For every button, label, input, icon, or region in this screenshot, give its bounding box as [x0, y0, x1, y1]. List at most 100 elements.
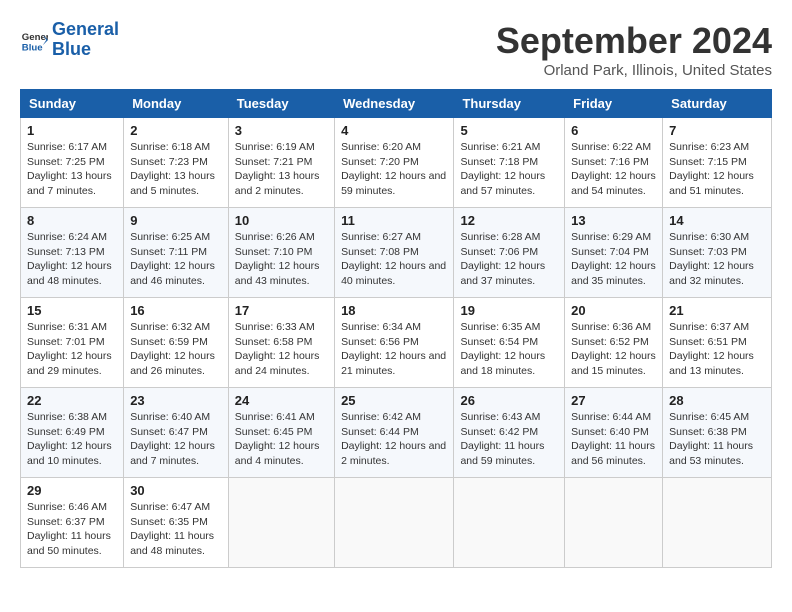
day-number: 22: [27, 393, 117, 408]
day-number: 26: [460, 393, 558, 408]
day-number: 8: [27, 213, 117, 228]
day-number: 24: [235, 393, 328, 408]
cell-info: Sunrise: 6:45 AMSunset: 6:38 PMDaylight:…: [669, 410, 765, 469]
day-number: 17: [235, 303, 328, 318]
cell-info: Sunrise: 6:21 AMSunset: 7:18 PMDaylight:…: [460, 140, 558, 199]
calendar-cell: 26 Sunrise: 6:43 AMSunset: 6:42 PMDayligh…: [454, 388, 565, 478]
calendar-cell: 21 Sunrise: 6:37 AMSunset: 6:51 PMDayligh…: [663, 298, 772, 388]
col-header-saturday: Saturday: [663, 90, 772, 118]
day-number: 4: [341, 123, 447, 138]
calendar-cell: 27 Sunrise: 6:44 AMSunset: 6:40 PMDayligh…: [565, 388, 663, 478]
calendar-cell: 9 Sunrise: 6:25 AMSunset: 7:11 PMDaylight…: [124, 208, 229, 298]
cell-info: Sunrise: 6:38 AMSunset: 6:49 PMDaylight:…: [27, 410, 117, 469]
calendar-cell: 5 Sunrise: 6:21 AMSunset: 7:18 PMDaylight…: [454, 118, 565, 208]
col-header-friday: Friday: [565, 90, 663, 118]
svg-text:General: General: [22, 32, 48, 43]
cell-info: Sunrise: 6:32 AMSunset: 6:59 PMDaylight:…: [130, 320, 222, 379]
cell-info: Sunrise: 6:47 AMSunset: 6:35 PMDaylight:…: [130, 500, 222, 559]
day-number: 2: [130, 123, 222, 138]
cell-info: Sunrise: 6:41 AMSunset: 6:45 PMDaylight:…: [235, 410, 328, 469]
cell-info: Sunrise: 6:40 AMSunset: 6:47 PMDaylight:…: [130, 410, 222, 469]
day-number: 1: [27, 123, 117, 138]
cell-info: Sunrise: 6:30 AMSunset: 7:03 PMDaylight:…: [669, 230, 765, 289]
title-block: September 2024 Orland Park, Illinois, Un…: [496, 20, 772, 79]
calendar-cell: 15 Sunrise: 6:31 AMSunset: 7:01 PMDayligh…: [21, 298, 124, 388]
day-number: 23: [130, 393, 222, 408]
cell-info: Sunrise: 6:33 AMSunset: 6:58 PMDaylight:…: [235, 320, 328, 379]
col-header-thursday: Thursday: [454, 90, 565, 118]
day-number: 9: [130, 213, 222, 228]
day-number: 29: [27, 483, 117, 498]
month-title: September 2024: [496, 20, 772, 62]
cell-info: Sunrise: 6:27 AMSunset: 7:08 PMDaylight:…: [341, 230, 447, 289]
cell-info: Sunrise: 6:25 AMSunset: 7:11 PMDaylight:…: [130, 230, 222, 289]
day-number: 7: [669, 123, 765, 138]
cell-info: Sunrise: 6:35 AMSunset: 6:54 PMDaylight:…: [460, 320, 558, 379]
calendar-table: SundayMondayTuesdayWednesdayThursdayFrid…: [20, 89, 772, 568]
cell-info: Sunrise: 6:44 AMSunset: 6:40 PMDaylight:…: [571, 410, 656, 469]
day-number: 10: [235, 213, 328, 228]
logo-icon: General Blue: [20, 26, 48, 54]
calendar-cell: 23 Sunrise: 6:40 AMSunset: 6:47 PMDayligh…: [124, 388, 229, 478]
calendar-cell: [335, 478, 454, 568]
calendar-cell: 18Sunrise: 6:34 AMSunset: 6:56 PMDayligh…: [335, 298, 454, 388]
calendar-cell: 3 Sunrise: 6:19 AMSunset: 7:21 PMDaylight…: [228, 118, 334, 208]
cell-info: Sunrise: 6:26 AMSunset: 7:10 PMDaylight:…: [235, 230, 328, 289]
calendar-cell: 13Sunrise: 6:29 AMSunset: 7:04 PMDayligh…: [565, 208, 663, 298]
day-number: 13: [571, 213, 656, 228]
logo: General Blue GeneralBlue: [20, 20, 119, 60]
cell-info: Sunrise: 6:31 AMSunset: 7:01 PMDaylight:…: [27, 320, 117, 379]
cell-info: Sunrise: 6:24 AMSunset: 7:13 PMDaylight:…: [27, 230, 117, 289]
cell-info: Sunrise: 6:17 AMSunset: 7:25 PMDaylight:…: [27, 140, 117, 199]
day-number: 11: [341, 213, 447, 228]
calendar-cell: [454, 478, 565, 568]
day-number: 19: [460, 303, 558, 318]
calendar-cell: 24 Sunrise: 6:41 AMSunset: 6:45 PMDayligh…: [228, 388, 334, 478]
calendar-cell: 2 Sunrise: 6:18 AMSunset: 7:23 PMDaylight…: [124, 118, 229, 208]
calendar-cell: 1 Sunrise: 6:17 AMSunset: 7:25 PMDaylight…: [21, 118, 124, 208]
cell-info: Sunrise: 6:28 AMSunset: 7:06 PMDaylight:…: [460, 230, 558, 289]
calendar-cell: 20 Sunrise: 6:36 AMSunset: 6:52 PMDayligh…: [565, 298, 663, 388]
day-number: 16: [130, 303, 222, 318]
day-number: 20: [571, 303, 656, 318]
cell-info: Sunrise: 6:20 AMSunset: 7:20 PMDaylight:…: [341, 140, 447, 199]
calendar-cell: 25Sunrise: 6:42 AMSunset: 6:44 PMDayligh…: [335, 388, 454, 478]
calendar-cell: 28 Sunrise: 6:45 AMSunset: 6:38 PMDayligh…: [663, 388, 772, 478]
day-number: 12: [460, 213, 558, 228]
calendar-cell: 16 Sunrise: 6:32 AMSunset: 6:59 PMDayligh…: [124, 298, 229, 388]
logo-text: GeneralBlue: [52, 20, 119, 60]
svg-text:Blue: Blue: [22, 42, 43, 53]
day-number: 28: [669, 393, 765, 408]
calendar-cell: 11 Sunrise: 6:27 AMSunset: 7:08 PMDayligh…: [335, 208, 454, 298]
calendar-cell: 8 Sunrise: 6:24 AMSunset: 7:13 PMDaylight…: [21, 208, 124, 298]
cell-info: Sunrise: 6:18 AMSunset: 7:23 PMDaylight:…: [130, 140, 222, 199]
col-header-tuesday: Tuesday: [228, 90, 334, 118]
cell-info: Sunrise: 6:36 AMSunset: 6:52 PMDaylight:…: [571, 320, 656, 379]
calendar-cell: 30Sunrise: 6:47 AMSunset: 6:35 PMDayligh…: [124, 478, 229, 568]
day-number: 21: [669, 303, 765, 318]
cell-info: Sunrise: 6:42 AMSunset: 6:44 PMDaylight:…: [341, 410, 447, 469]
calendar-cell: 29 Sunrise: 6:46 AMSunset: 6:37 PMDayligh…: [21, 478, 124, 568]
day-number: 15: [27, 303, 117, 318]
cell-info: Sunrise: 6:43 AMSunset: 6:42 PMDaylight:…: [460, 410, 558, 469]
day-number: 14: [669, 213, 765, 228]
calendar-cell: 22 Sunrise: 6:38 AMSunset: 6:49 PMDayligh…: [21, 388, 124, 478]
day-number: 3: [235, 123, 328, 138]
calendar-cell: 4 Sunrise: 6:20 AMSunset: 7:20 PMDaylight…: [335, 118, 454, 208]
cell-info: Sunrise: 6:22 AMSunset: 7:16 PMDaylight:…: [571, 140, 656, 199]
cell-info: Sunrise: 6:34 AMSunset: 6:56 PMDaylight:…: [341, 320, 447, 379]
calendar-cell: [663, 478, 772, 568]
cell-info: Sunrise: 6:46 AMSunset: 6:37 PMDaylight:…: [27, 500, 117, 559]
col-header-sunday: Sunday: [21, 90, 124, 118]
cell-info: Sunrise: 6:37 AMSunset: 6:51 PMDaylight:…: [669, 320, 765, 379]
day-number: 5: [460, 123, 558, 138]
calendar-cell: 10 Sunrise: 6:26 AMSunset: 7:10 PMDayligh…: [228, 208, 334, 298]
col-header-wednesday: Wednesday: [335, 90, 454, 118]
day-number: 27: [571, 393, 656, 408]
calendar-cell: 17 Sunrise: 6:33 AMSunset: 6:58 PMDayligh…: [228, 298, 334, 388]
calendar-cell: 6 Sunrise: 6:22 AMSunset: 7:16 PMDaylight…: [565, 118, 663, 208]
cell-info: Sunrise: 6:19 AMSunset: 7:21 PMDaylight:…: [235, 140, 328, 199]
calendar-cell: [228, 478, 334, 568]
page-header: General Blue GeneralBlue September 2024 …: [20, 20, 772, 79]
day-number: 6: [571, 123, 656, 138]
